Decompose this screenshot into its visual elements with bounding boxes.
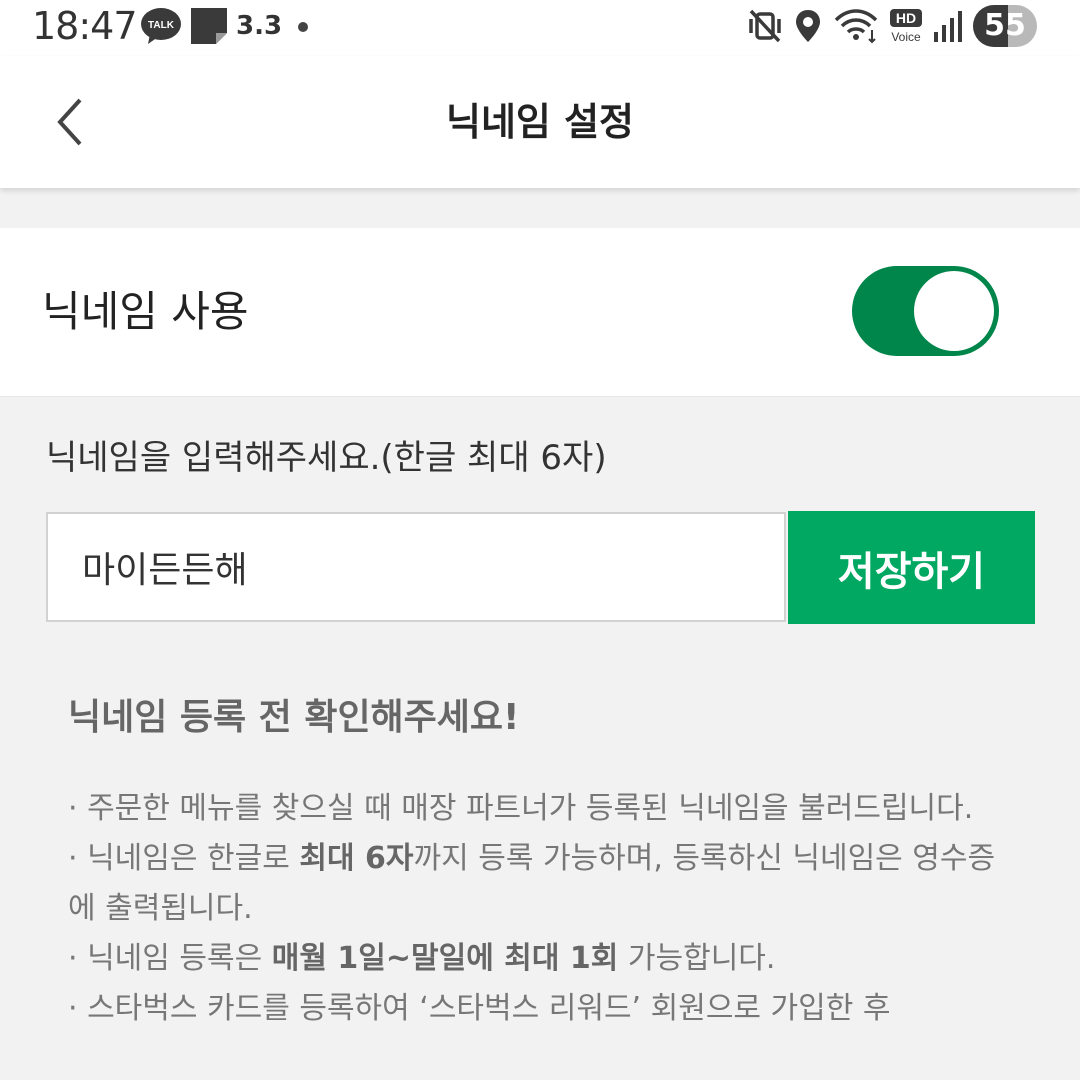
back-button[interactable] <box>40 86 100 158</box>
more-notifications-dot <box>298 22 308 32</box>
nickname-input[interactable] <box>46 512 786 622</box>
location-icon <box>796 10 820 42</box>
nickname-toggle-row: 닉네임 사용 <box>0 228 1080 397</box>
talk-icon: TALK <box>141 8 181 44</box>
notice-emphasis: 최대 6자 <box>299 841 414 876</box>
notice-emphasis: 매월 1일~말일에 최대 1회 <box>271 941 619 976</box>
nickname-input-caption: 닉네임을 입력해주세요.(한글 최대 6자) <box>46 438 607 478</box>
notification-number: 3.3 <box>236 11 283 41</box>
wifi-icon <box>834 9 878 44</box>
notice-text: · 닉네임 등록은 <box>68 941 272 976</box>
save-button[interactable]: 저장하기 <box>788 511 1035 624</box>
notice-item: · 스타벅스 카드를 등록하여 ‘스타벅스 리워드’ 회원으로 가입한 후 <box>68 991 891 1026</box>
talk-icon-label: TALK <box>148 20 175 31</box>
battery-icon: 55 <box>973 5 1037 47</box>
mute-vibrate-icon <box>749 9 781 43</box>
status-bar: 18:47 TALK 3.3 HD Voice 55 <box>0 0 1080 56</box>
nickname-toggle-switch[interactable] <box>852 266 999 356</box>
status-time: 18:47 <box>32 4 138 48</box>
page-title: 닉네임 설정 <box>445 100 635 144</box>
notice-text: 가능합니다. <box>618 941 776 976</box>
nickname-toggle-label: 닉네임 사용 <box>42 287 249 336</box>
hd-label: HD <box>896 10 916 26</box>
notice-item: · 주문한 메뉴를 찾으실 때 매장 파트너가 등록된 닉네임을 불러드립니다. <box>68 791 974 826</box>
battery-level: 55 <box>984 8 1026 43</box>
note-icon <box>191 8 227 44</box>
toggle-knob <box>914 271 994 351</box>
notice-item: · 닉네임 등록은 매월 1일~말일에 최대 1회 가능합니다. <box>68 934 1008 984</box>
notice-list: · 주문한 메뉴를 찾으실 때 매장 파트너가 등록된 닉네임을 불러드립니다.… <box>68 784 1008 1034</box>
chevron-left-icon <box>57 98 82 146</box>
notice-title: 닉네임 등록 전 확인해주세요! <box>68 697 520 738</box>
notice-text: · 닉네임은 한글로 <box>68 841 300 876</box>
app-header: 닉네임 설정 <box>0 56 1080 188</box>
signal-icon <box>934 11 962 42</box>
notice-item: · 닉네임은 한글로 최대 6자까지 등록 가능하며, 등록하신 닉네임은 영수… <box>68 834 1008 934</box>
hd-voice-icon: HD Voice <box>890 9 922 44</box>
voice-label: Voice <box>891 30 921 44</box>
